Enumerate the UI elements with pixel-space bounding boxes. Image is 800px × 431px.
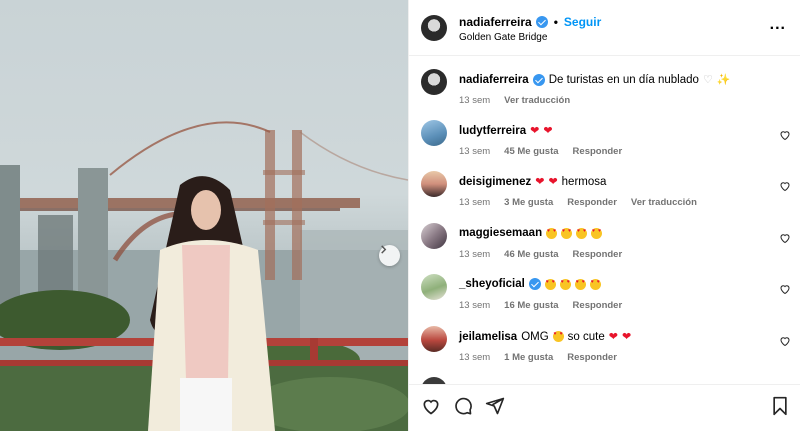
reply-button[interactable]: Responder <box>567 352 617 363</box>
comment-meta: 13 sem 3 Me gusta Responder Ver traducci… <box>459 197 697 208</box>
avatar[interactable] <box>421 171 447 197</box>
more-icon[interactable]: ... <box>770 17 786 33</box>
comment-time[interactable]: 13 sem <box>459 352 490 363</box>
heart-eyes-emoji <box>589 278 601 290</box>
comment-text: OMG <box>521 330 549 343</box>
avatar[interactable] <box>421 15 447 41</box>
comment-username[interactable]: ludytferreira <box>459 125 526 137</box>
comment-likes[interactable]: 46 Me gusta <box>504 249 558 260</box>
red-heart-emoji: ❤ <box>548 176 558 188</box>
comment-username[interactable]: deisigimenez <box>459 176 531 188</box>
comment-username[interactable]: jeilamelisa <box>459 331 517 343</box>
reply-button[interactable]: Responder <box>573 249 623 260</box>
golden-gate-photo <box>0 121 408 431</box>
caption-text: De turistas en un día nublado <box>548 73 699 86</box>
caption-text-line: nadiaferreira De turistas en un día nubl… <box>459 73 731 86</box>
reply-button[interactable]: Responder <box>573 146 623 157</box>
caption-username[interactable]: nadiaferreira <box>459 74 529 86</box>
verified-icon <box>528 278 541 290</box>
heart-icon[interactable] <box>421 396 441 416</box>
heart-eyes-emoji <box>546 227 558 239</box>
next-photo-button[interactable] <box>379 245 400 266</box>
red-heart-emoji: ❤ <box>608 331 618 343</box>
author-username[interactable]: nadiaferreira <box>459 15 532 29</box>
comment-text-line: jeilamelisa OMG so cute ❤ ❤ <box>459 330 632 344</box>
follow-button[interactable]: Seguir <box>564 15 601 29</box>
avatar[interactable] <box>421 377 447 384</box>
comment-meta: 13 sem 45 Me gusta Responder <box>459 146 622 157</box>
red-heart-emoji: ❤ <box>543 125 553 137</box>
share-icon[interactable] <box>485 396 505 416</box>
separator-dot: • <box>553 15 558 29</box>
caption-time[interactable]: 13 sem <box>459 95 490 106</box>
avatar[interactable] <box>421 274 447 300</box>
verified-icon <box>535 16 548 28</box>
avatar[interactable] <box>421 120 447 146</box>
comment-text: hermosa <box>561 175 607 188</box>
heart-icon[interactable] <box>779 335 791 347</box>
comment-time[interactable]: 13 sem <box>459 197 490 208</box>
location-link[interactable]: Golden Gate Bridge <box>459 32 547 43</box>
reply-button[interactable]: Responder <box>567 197 617 208</box>
header-user-line: nadiaferreira • Seguir <box>459 15 601 29</box>
heart-icon[interactable] <box>779 283 791 295</box>
comment-meta: 13 sem 1 Me gusta Responder <box>459 352 617 363</box>
comment-text: so cute <box>567 330 605 343</box>
avatar[interactable] <box>421 223 447 249</box>
post-actions-bar <box>409 384 800 431</box>
chevron-right-icon <box>381 245 387 254</box>
heart-eyes-emoji <box>574 278 586 290</box>
comment-time[interactable]: 13 sem <box>459 300 490 311</box>
avatar[interactable] <box>421 326 447 352</box>
red-heart-emoji: ❤ <box>535 176 545 188</box>
comment-time[interactable]: 13 sem <box>459 249 490 260</box>
heart-eyes-emoji <box>591 227 603 239</box>
caption-meta: 13 sem Ver traducción <box>459 95 570 106</box>
post-photo[interactable] <box>0 0 408 431</box>
reply-button[interactable]: Responder <box>573 300 623 311</box>
comment-text-line: ludytferreira ❤ ❤ <box>459 124 553 138</box>
comment-likes[interactable]: 3 Me gusta <box>504 197 553 208</box>
comment-likes[interactable]: 1 Me gusta <box>504 352 553 363</box>
comment-meta: 13 sem 46 Me gusta Responder <box>459 249 622 260</box>
heart-eyes-emoji <box>561 227 573 239</box>
red-heart-emoji: ❤ <box>530 125 540 137</box>
heart-icon[interactable] <box>779 180 791 192</box>
comments-list[interactable]: nadiaferreira De turistas en un día nubl… <box>409 56 800 384</box>
post-side-panel: nadiaferreira • Seguir Golden Gate Bridg… <box>408 0 800 431</box>
sparkles-emoji: ✨ <box>716 74 731 86</box>
comment-icon[interactable] <box>453 396 473 416</box>
post-header: nadiaferreira • Seguir Golden Gate Bridg… <box>409 0 800 56</box>
comment-username[interactable]: _sheyoficial <box>459 278 525 290</box>
avatar[interactable] <box>421 69 447 95</box>
comment-likes[interactable]: 16 Me gusta <box>504 300 558 311</box>
comment-text-line: deisigimenez ❤ ❤ hermosa <box>459 175 607 189</box>
comment-username[interactable]: maggiesemaan <box>459 227 542 239</box>
bookmark-icon[interactable] <box>771 396 789 416</box>
see-translation-link[interactable]: Ver traducción <box>631 197 697 208</box>
heart-eyes-emoji <box>552 331 564 342</box>
see-translation-link[interactable]: Ver traducción <box>504 95 570 106</box>
comment-meta: 13 sem 16 Me gusta Responder <box>459 300 622 311</box>
heart-icon[interactable] <box>779 129 791 141</box>
comment-text-line: _sheyoficial <box>459 278 601 290</box>
white-heart-emoji: ♡ <box>702 74 713 86</box>
verified-icon <box>532 73 545 86</box>
red-heart-emoji: ❤ <box>621 331 632 343</box>
comment-time[interactable]: 13 sem <box>459 146 490 157</box>
heart-eyes-emoji <box>559 278 571 290</box>
heart-icon[interactable] <box>779 232 791 244</box>
comment-likes[interactable]: 45 Me gusta <box>504 146 558 157</box>
heart-eyes-emoji <box>576 227 588 239</box>
comment-text-line: maggiesemaan <box>459 227 603 239</box>
heart-eyes-emoji <box>544 278 556 290</box>
